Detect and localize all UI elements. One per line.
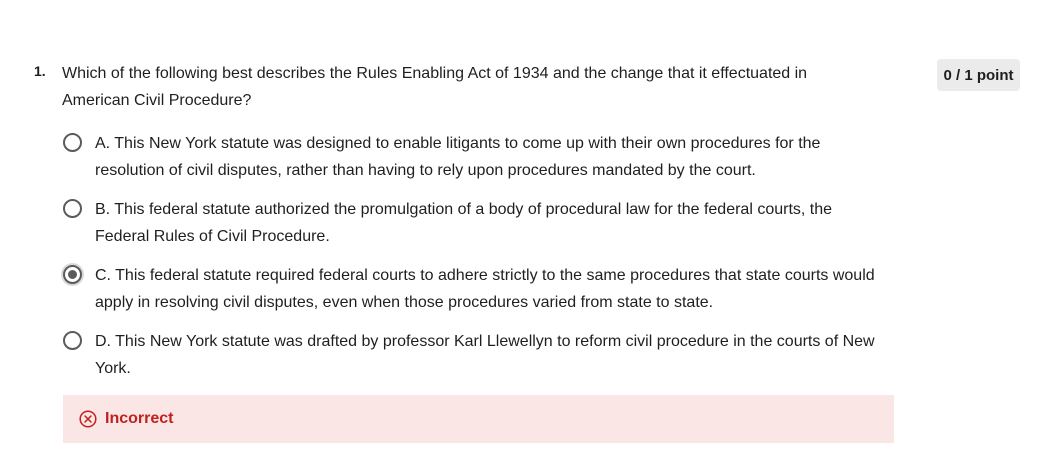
answer-option-b[interactable]: B. This federal statute authorized the p… <box>62 196 882 250</box>
answer-option-d[interactable]: D. This New York statute was drafted by … <box>62 328 882 382</box>
question-prompt: Which of the following best describes th… <box>62 65 808 109</box>
question-number: 1. <box>34 63 46 79</box>
answer-option-c-label: C. This federal statute required federal… <box>95 267 875 311</box>
score-badge: 0 / 1 point <box>937 59 1020 91</box>
answer-option-c[interactable]: C. This federal statute required federal… <box>62 262 882 316</box>
answer-option-a-label: A. This New York statute was designed to… <box>95 135 821 179</box>
answer-option-b-label: B. This federal statute authorized the p… <box>95 201 833 245</box>
radio-button-a[interactable] <box>63 133 82 152</box>
answer-options: A. This New York statute was designed to… <box>62 130 882 394</box>
x-circle-icon <box>79 410 97 428</box>
answer-option-a[interactable]: A. This New York statute was designed to… <box>62 130 882 184</box>
quiz-question-page: 1. Which of the following best describes… <box>0 0 1037 457</box>
feedback-banner: Incorrect <box>63 395 894 443</box>
radio-button-c[interactable] <box>63 265 82 284</box>
radio-button-d[interactable] <box>63 331 82 350</box>
answer-option-d-label: D. This New York statute was drafted by … <box>95 333 875 377</box>
radio-button-b[interactable] <box>63 199 82 218</box>
feedback-label: Incorrect <box>105 410 174 427</box>
